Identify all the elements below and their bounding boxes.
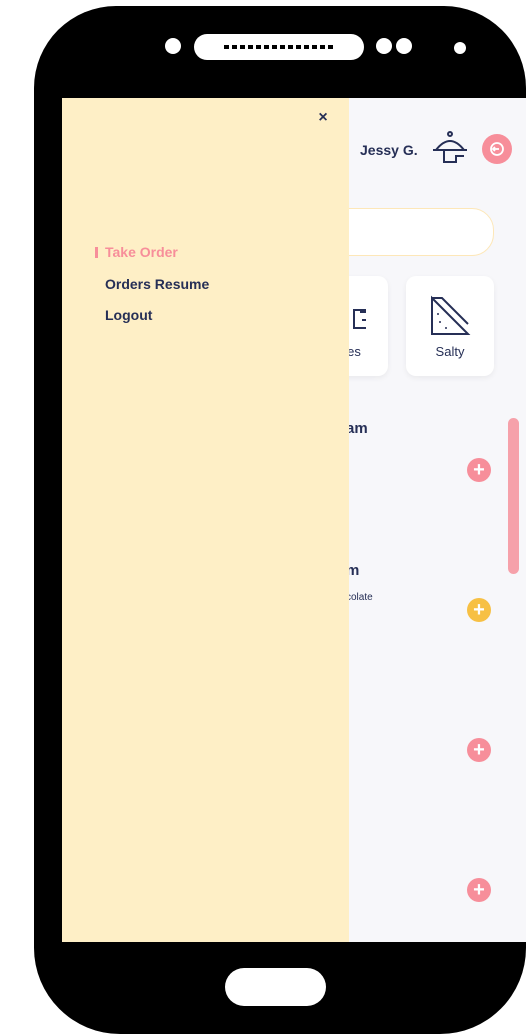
app-screen: Jessy G. es Salty am + m colate + + + × …: [62, 98, 526, 942]
home-button[interactable]: [225, 968, 326, 1006]
side-drawer: × Take Order Orders Resume Logout: [62, 98, 349, 942]
camera-dot: [165, 38, 181, 54]
user-name: Jessy G.: [360, 142, 418, 158]
product-title: am: [346, 420, 368, 437]
cloche-icon: [433, 131, 467, 163]
category-card-salty[interactable]: Salty: [406, 276, 494, 376]
logout-icon[interactable]: [482, 134, 512, 164]
sensor-dot-1: [376, 38, 392, 54]
sandwich-icon: [431, 295, 471, 335]
sensor-dot-3: [454, 42, 466, 54]
add-button[interactable]: +: [467, 458, 491, 482]
menu-item-logout[interactable]: Logout: [105, 307, 152, 323]
menu-item-orders-resume[interactable]: Orders Resume: [105, 276, 209, 292]
sensor-dot-2: [396, 38, 412, 54]
add-button[interactable]: +: [467, 878, 491, 902]
close-icon[interactable]: ×: [316, 110, 330, 126]
scrollbar[interactable]: [508, 418, 519, 574]
category-label: Salty: [435, 344, 465, 359]
active-indicator: [95, 247, 98, 258]
product-description: colate: [346, 592, 373, 603]
speaker-grille: [194, 34, 364, 60]
add-button[interactable]: +: [467, 598, 491, 622]
menu-item-take-order[interactable]: Take Order: [105, 244, 178, 260]
add-button[interactable]: +: [467, 738, 491, 762]
